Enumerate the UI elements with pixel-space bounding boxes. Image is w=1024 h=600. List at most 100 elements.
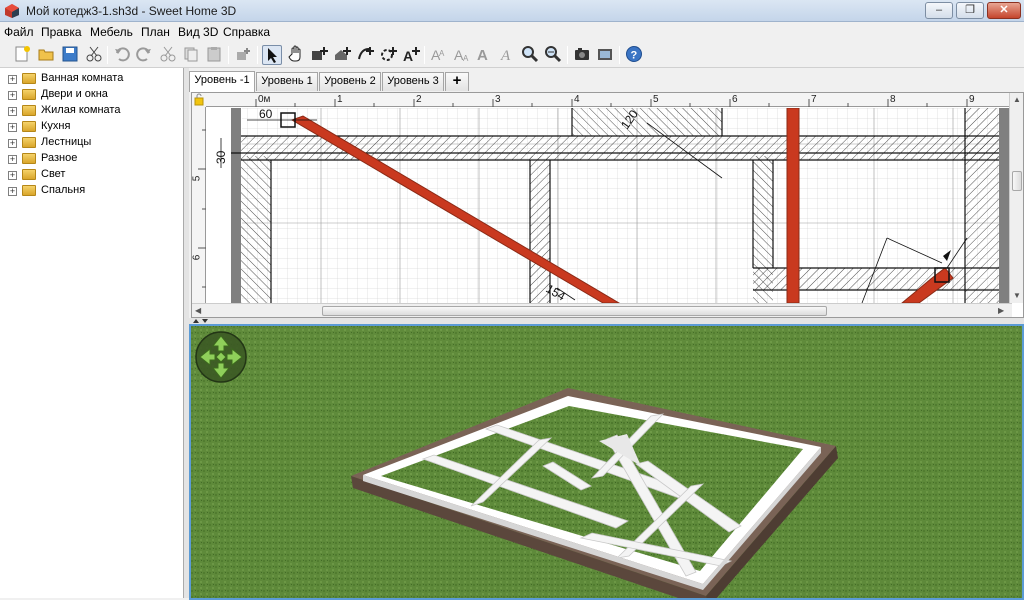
lock-icon[interactable]: [192, 93, 206, 107]
text-style-italic-icon[interactable]: AA: [451, 45, 471, 65]
add-level-button[interactable]: +: [445, 72, 469, 91]
text-style-bold-icon[interactable]: AA: [428, 45, 448, 65]
scroll-down-icon[interactable]: ▼: [1013, 291, 1021, 300]
toolbar-separator: [567, 46, 568, 64]
svg-text:A: A: [439, 49, 445, 58]
category-label: Свет: [41, 168, 66, 180]
create-video-icon[interactable]: [595, 45, 615, 65]
plan-vertical-scrollbar[interactable]: ▲ ▼: [1009, 93, 1023, 303]
pan-mode-icon[interactable]: [286, 45, 306, 65]
expand-icon[interactable]: +: [8, 123, 17, 132]
open-icon[interactable]: [36, 45, 56, 65]
cut-icon[interactable]: [158, 45, 178, 65]
ruler-label: 3: [495, 94, 501, 105]
zoom-in-icon[interactable]: [520, 45, 540, 65]
3d-scene[interactable]: [191, 326, 1022, 598]
plan-view[interactable]: 0м 1 2 3 4 5 6 7 8 9 5 6 60 30 120 154 ▲…: [191, 92, 1024, 318]
add-text-icon[interactable]: A: [401, 45, 421, 65]
svg-text:A: A: [477, 47, 488, 63]
toolbar-separator: [424, 46, 425, 64]
menu-bar: Файл Правка Мебель План Вид 3D Справка: [0, 22, 1024, 42]
undo-icon[interactable]: [112, 45, 132, 65]
expand-icon[interactable]: +: [8, 155, 17, 164]
tab-level-2[interactable]: Уровень 2: [319, 72, 381, 91]
catalog-category[interactable]: + Двери и окна: [0, 87, 184, 103]
create-labels-icon[interactable]: [378, 45, 398, 65]
select-mode-icon[interactable]: [262, 45, 282, 65]
add-furniture-icon[interactable]: [233, 45, 253, 65]
folder-icon: [22, 105, 36, 116]
ruler-label: 5: [653, 94, 659, 105]
navigation-control[interactable]: [194, 330, 248, 384]
help-icon[interactable]: ?: [624, 45, 644, 65]
scroll-left-icon[interactable]: ◀: [195, 306, 201, 315]
plan-pane: Уровень -1 Уровень 1 Уровень 2 Уровень 3…: [189, 68, 1024, 318]
category-label: Лестницы: [41, 136, 92, 148]
expand-icon[interactable]: +: [8, 171, 17, 180]
3d-view[interactable]: [189, 324, 1024, 600]
ruler-label: 0м: [258, 94, 271, 105]
close-button[interactable]: ✕: [987, 2, 1021, 19]
tab-level-1[interactable]: Уровень 1: [256, 72, 318, 91]
maximize-button[interactable]: ❐: [956, 2, 984, 19]
menu-file[interactable]: Файл: [4, 25, 34, 39]
ruler-label: 7: [811, 94, 817, 105]
scroll-thumb[interactable]: [1012, 171, 1022, 191]
redo-icon[interactable]: [134, 45, 154, 65]
catalog-category[interactable]: + Свет: [0, 167, 184, 183]
ruler-label: 6: [732, 94, 738, 105]
increase-text-icon[interactable]: A: [474, 45, 494, 65]
ruler-corner: [192, 93, 206, 107]
catalog-category[interactable]: + Лестницы: [0, 135, 184, 151]
create-dimensions-icon[interactable]: [355, 45, 375, 65]
svg-text:A: A: [500, 48, 511, 63]
scroll-right-icon[interactable]: ▶: [998, 306, 1004, 315]
vertical-ruler: 5 6: [192, 107, 206, 303]
expand-icon[interactable]: +: [8, 107, 17, 116]
decrease-text-icon[interactable]: A: [497, 45, 517, 65]
category-label: Спальня: [41, 184, 86, 196]
copy-icon[interactable]: [181, 45, 201, 65]
tab-level-3[interactable]: Уровень 3: [382, 72, 444, 91]
create-photo-icon[interactable]: [572, 45, 592, 65]
expand-icon[interactable]: +: [8, 91, 17, 100]
catalog-category[interactable]: + Ванная комната: [0, 71, 184, 87]
new-home-icon[interactable]: [12, 45, 32, 65]
minimize-button[interactable]: –: [925, 2, 953, 19]
category-label: Жилая комната: [41, 104, 121, 116]
zoom-out-icon[interactable]: [543, 45, 563, 65]
scroll-up-icon[interactable]: ▲: [1013, 95, 1021, 104]
scroll-thumb[interactable]: [322, 306, 827, 316]
folder-icon: [22, 89, 36, 100]
folder-icon: [22, 169, 36, 180]
plan-drawing[interactable]: 60 30 120 154: [207, 108, 1012, 303]
tab-level-minus-1[interactable]: Уровень -1: [189, 71, 255, 92]
catalog-category[interactable]: + Жилая комната: [0, 103, 184, 119]
ruler-label: 6: [191, 254, 203, 261]
ruler-label: 2: [416, 94, 422, 105]
cut-icon[interactable]: [84, 45, 104, 65]
catalog-category[interactable]: + Кухня: [0, 119, 184, 135]
ruler-label: 8: [890, 94, 896, 105]
menu-help[interactable]: Справка: [223, 25, 270, 39]
create-walls-icon[interactable]: [309, 45, 329, 65]
save-icon[interactable]: [60, 45, 80, 65]
menu-edit[interactable]: Правка: [41, 25, 82, 39]
expand-icon[interactable]: +: [8, 139, 17, 148]
menu-plan[interactable]: План: [141, 25, 170, 39]
category-label: Двери и окна: [41, 88, 108, 100]
app-logo-icon: [5, 4, 19, 18]
toolbar: A AA AA A A ?: [0, 42, 1024, 68]
maximize-icon: ❐: [965, 4, 975, 16]
title-bar: Мой котедж3-1.sh3d - Sweet Home 3D – ❐ ✕: [0, 0, 1024, 22]
svg-text:A: A: [463, 54, 469, 63]
menu-furniture[interactable]: Мебель: [90, 25, 133, 39]
catalog-category[interactable]: + Разное: [0, 151, 184, 167]
menu-3d-view[interactable]: Вид 3D: [178, 25, 218, 39]
paste-icon[interactable]: [204, 45, 224, 65]
expand-icon[interactable]: +: [8, 75, 17, 84]
expand-icon[interactable]: +: [8, 187, 17, 196]
create-rooms-icon[interactable]: [332, 45, 352, 65]
catalog-category[interactable]: + Спальня: [0, 183, 184, 199]
plan-horizontal-scrollbar[interactable]: ◀ ▶: [192, 303, 1012, 317]
